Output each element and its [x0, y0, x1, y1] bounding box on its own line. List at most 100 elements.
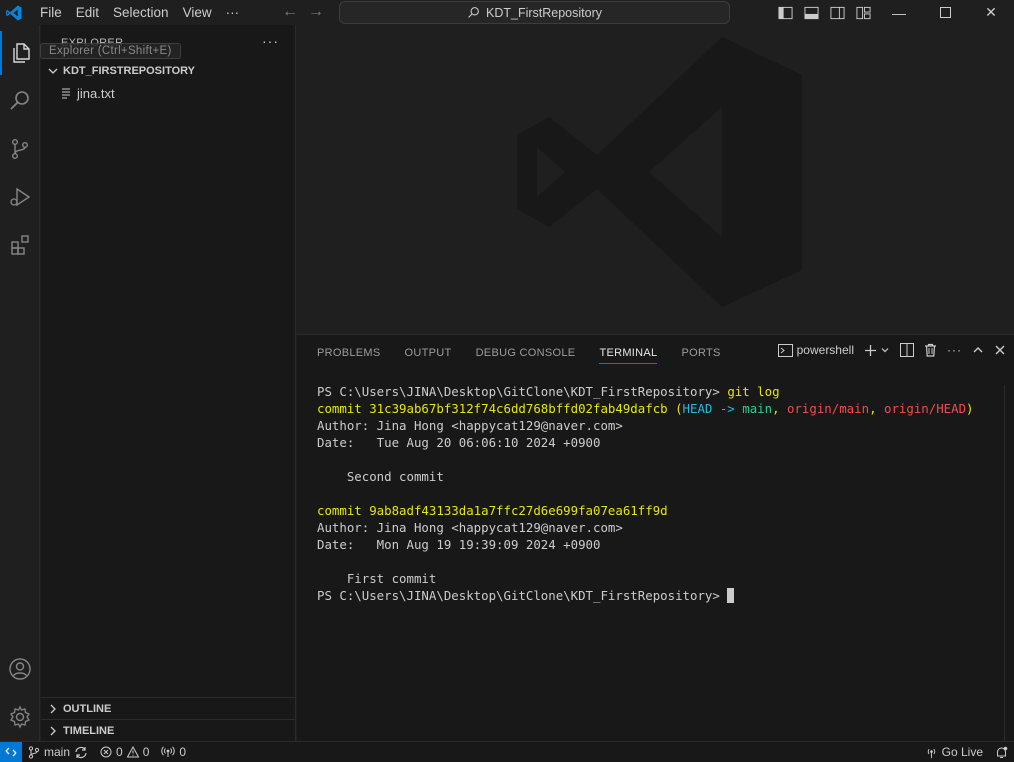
- file-item[interactable]: jina.txt: [41, 82, 295, 104]
- source-control-icon[interactable]: [0, 127, 40, 171]
- file-name: jina.txt: [77, 85, 115, 101]
- title-bar: File Edit Selection View ··· ← → KDT_Fir…: [0, 0, 1014, 25]
- maximize-panel-chevron-up-icon[interactable]: [972, 344, 984, 356]
- terminal-line: ​: [317, 553, 974, 570]
- menu-file[interactable]: File: [33, 0, 69, 25]
- panel-tabs: PROBLEMS OUTPUT DEBUG CONSOLE TERMINAL P…: [317, 335, 721, 371]
- new-terminal-button[interactable]: [864, 344, 890, 357]
- broadcast-icon: [927, 748, 935, 758]
- terminal-command: git log: [727, 384, 780, 399]
- toggle-panel-icon[interactable]: [798, 0, 824, 25]
- extensions-icon[interactable]: [0, 223, 40, 267]
- explorer-header: EXPLORER Explorer (Ctrl+Shift+E) ···: [40, 25, 295, 60]
- problems-status[interactable]: 0 0: [94, 745, 155, 759]
- warning-icon: [126, 746, 139, 758]
- menu-more[interactable]: ···: [219, 0, 247, 25]
- explorer-more-icon[interactable]: ···: [262, 33, 279, 49]
- terminal-shell-selector[interactable]: powershell: [777, 343, 854, 357]
- trash-icon[interactable]: [924, 343, 937, 357]
- activity-bar: [0, 25, 40, 741]
- branch-name: main: [44, 745, 71, 759]
- remote-indicator-icon[interactable]: [0, 741, 22, 762]
- run-and-debug-icon[interactable]: [0, 175, 40, 219]
- manage-gear-icon[interactable]: [0, 695, 40, 739]
- commit-hash: commit 31c39ab67bf312f74c6dd768bffd02fab…: [317, 401, 668, 416]
- terminal-line: ​: [317, 485, 974, 502]
- search-icon: [468, 7, 479, 18]
- terminal-line: Date: Tue Aug 20 06:06:10 2024 +0900: [317, 435, 601, 450]
- command-center-search[interactable]: KDT_FirstRepository: [339, 1, 730, 24]
- menu-view[interactable]: View: [176, 0, 219, 25]
- search-icon[interactable]: [0, 79, 40, 123]
- close-window-icon[interactable]: ✕: [968, 0, 1014, 25]
- navigation-arrows: ← →: [282, 3, 324, 21]
- shell-name: powershell: [796, 343, 854, 357]
- explorer-tooltip: Explorer (Ctrl+Shift+E): [40, 43, 181, 59]
- command-center-text: KDT_FirstRepository: [486, 5, 602, 20]
- accounts-icon[interactable]: [0, 647, 40, 691]
- terminal-line: First commit: [317, 571, 437, 586]
- bottom-panel: PROBLEMS OUTPUT DEBUG CONSOLE TERMINAL P…: [297, 334, 1014, 741]
- maximize-icon[interactable]: [922, 0, 968, 25]
- menu-edit[interactable]: Edit: [69, 0, 106, 25]
- terminal-line: commit 31c39ab67bf312f74c6dd768bffd02fab…: [317, 401, 974, 416]
- ports-status[interactable]: 0: [155, 745, 192, 759]
- terminal-cursor: [727, 588, 735, 603]
- outline-section[interactable]: OUTLINE: [41, 697, 296, 720]
- editor-area: [297, 25, 1014, 334]
- back-arrow-icon[interactable]: ←: [282, 3, 298, 21]
- timeline-section[interactable]: TIMELINE: [41, 719, 296, 742]
- vscode-watermark-icon: [517, 37, 802, 307]
- panel-more-icon[interactable]: ···: [947, 343, 962, 357]
- notifications-bell-icon[interactable]: [989, 746, 1014, 759]
- explorer-sidebar: EXPLORER Explorer (Ctrl+Shift+E) ··· KDT…: [40, 25, 296, 742]
- terminal-line: Date: Mon Aug 19 19:39:09 2024 +0900: [317, 537, 601, 552]
- tab-problems[interactable]: PROBLEMS: [317, 335, 381, 371]
- commit-hash: commit 9ab8adf43133da1a7ffc27d6e699fa07e…: [317, 503, 668, 518]
- chevron-right-icon: [50, 726, 56, 736]
- tab-output[interactable]: OUTPUT: [405, 335, 452, 371]
- panel-actions: powershell ···: [777, 343, 1006, 357]
- branch-status[interactable]: main: [22, 745, 94, 759]
- terminal-line: commit 9ab8adf43133da1a7ffc27d6e699fa07e…: [317, 502, 974, 519]
- text-file-icon: [62, 88, 70, 99]
- minimize-icon[interactable]: —: [876, 0, 922, 25]
- close-panel-icon[interactable]: [994, 344, 1006, 356]
- split-terminal-icon[interactable]: [900, 343, 914, 357]
- error-count: 0: [116, 745, 123, 759]
- explorer-icon[interactable]: [0, 31, 40, 75]
- title-controls: — ✕: [772, 0, 1014, 25]
- remote-ref: origin/main: [787, 401, 870, 416]
- branch-ref: main: [742, 401, 773, 416]
- chevron-right-icon: [50, 704, 56, 714]
- tab-terminal[interactable]: TERMINAL: [599, 335, 658, 371]
- tab-ports[interactable]: PORTS: [681, 335, 720, 371]
- timeline-label: TIMELINE: [63, 725, 115, 737]
- forward-arrow-icon[interactable]: →: [308, 3, 324, 21]
- error-icon: [100, 746, 112, 758]
- go-live-button[interactable]: Go Live: [919, 745, 989, 759]
- broadcast-icon: [161, 746, 176, 757]
- folder-section-header[interactable]: KDT_FIRSTREPOSITORY: [41, 60, 295, 82]
- terminal-line: PS C:\Users\JINA\Desktop\GitClone\KDT_Fi…: [317, 384, 780, 399]
- tab-debug-console[interactable]: DEBUG CONSOLE: [476, 335, 576, 371]
- terminal-line: Author: Jina Hong <happycat129@naver.com…: [317, 418, 623, 433]
- menu-selection[interactable]: Selection: [106, 0, 176, 25]
- terminal-scrollbar[interactable]: [1004, 385, 1014, 741]
- timeline-header[interactable]: TIMELINE: [41, 720, 296, 742]
- customize-layout-icon[interactable]: [850, 0, 876, 25]
- outline-header[interactable]: OUTLINE: [41, 698, 296, 720]
- remote-ref: origin/HEAD: [883, 401, 967, 416]
- plus-icon: [865, 344, 876, 356]
- sync-icon[interactable]: [74, 746, 88, 759]
- menu-bar: File Edit Selection View ···: [33, 0, 246, 25]
- toggle-primary-sidebar-icon[interactable]: [772, 0, 798, 25]
- terminal-output[interactable]: PS C:\Users\JINA\Desktop\GitClone\KDT_Fi…: [317, 383, 974, 604]
- warning-count: 0: [142, 745, 150, 759]
- outline-label: OUTLINE: [63, 703, 112, 715]
- toggle-secondary-sidebar-icon[interactable]: [824, 0, 850, 25]
- go-live-label: Go Live: [941, 745, 983, 759]
- chevron-down-icon: [881, 348, 889, 353]
- status-bar-right: Go Live: [919, 742, 1014, 762]
- vscode-logo-icon: [3, 2, 25, 24]
